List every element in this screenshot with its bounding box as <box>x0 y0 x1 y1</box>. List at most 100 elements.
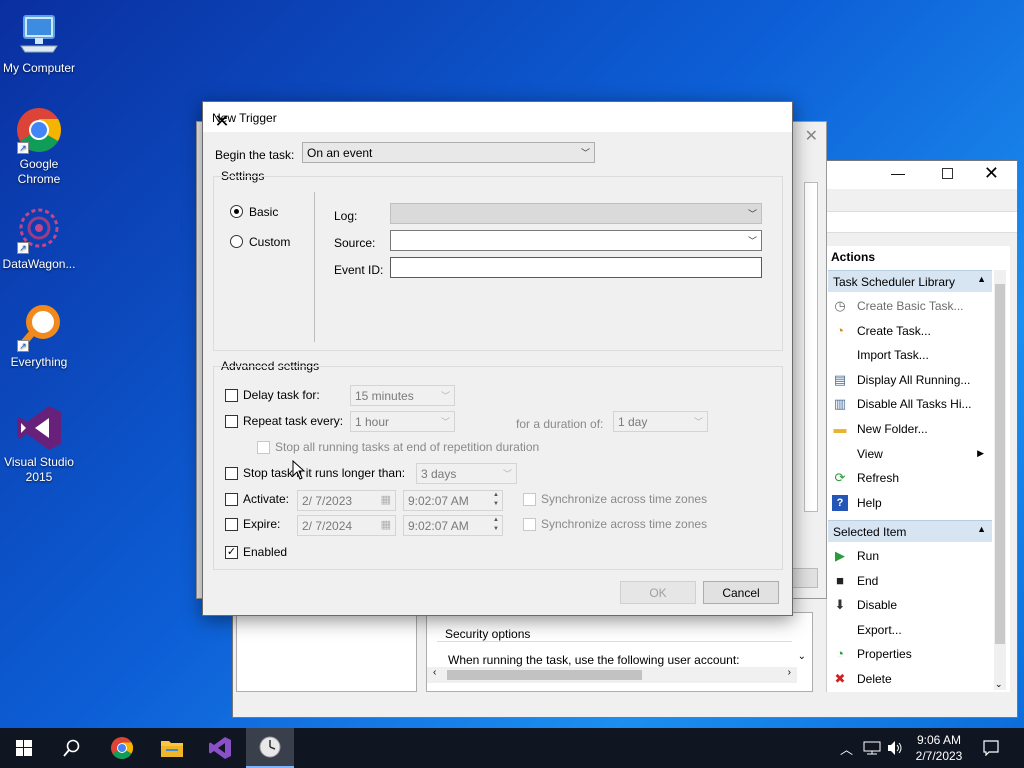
event-id-input[interactable] <box>390 257 762 278</box>
desktop-icon-google-chrome[interactable]: ↗ Google Chrome <box>0 106 78 187</box>
stop-longer-dropdown[interactable]: 3 days ﹀ <box>416 463 517 484</box>
scroll-down-icon[interactable]: ⌄ <box>798 651 806 662</box>
horizontal-scrollbar[interactable]: ‹ › <box>427 667 797 683</box>
delay-checkbox[interactable] <box>225 389 238 402</box>
desktop-icon-my-computer[interactable]: My Computer <box>0 10 78 76</box>
action-item-new-folder[interactable]: ▬ New Folder... <box>828 417 992 441</box>
new-trigger-dialog: New Trigger ✕ Begin the task: On an even… <box>202 101 793 616</box>
action-item-disable-all-tasks-hi[interactable]: ▥ Disable All Tasks Hi... <box>828 392 992 416</box>
folder-icon: ▬ <box>833 421 847 436</box>
action-item-run[interactable]: ▶ Run <box>828 544 992 568</box>
begin-task-dropdown[interactable]: On an event ﹀ <box>302 142 595 163</box>
create-basic-task-icon: ◷ <box>834 298 846 313</box>
repeat-dropdown[interactable]: 1 hour ﹀ <box>350 411 455 432</box>
computer-icon <box>15 10 63 58</box>
search-button[interactable] <box>48 728 96 768</box>
maximize-icon[interactable] <box>942 168 953 179</box>
action-item-properties[interactable]: ◔ Properties <box>828 642 992 666</box>
action-item-label: Create Basic Task... <box>857 299 964 313</box>
visual-studio-icon <box>15 404 63 452</box>
action-item-import-task[interactable]: Import Task... <box>828 343 992 367</box>
taskbar-visual-studio[interactable] <box>196 728 244 768</box>
clock[interactable]: 9:06 AM 2/7/2023 <box>908 732 970 764</box>
action-item-end[interactable]: ■ End <box>828 569 992 593</box>
sync-label-1: Synchronize across time zones <box>541 492 708 506</box>
actions-scrollbar[interactable]: ⌄ <box>994 270 1006 690</box>
expire-time-picker[interactable]: 9:02:07 AM ▲ ▼ <box>403 515 503 536</box>
clock-date: 2/7/2023 <box>915 749 963 763</box>
action-item-label: New Folder... <box>857 422 928 436</box>
volume-icon[interactable] <box>887 740 903 756</box>
desktop-icon-visual-studio[interactable]: Visual Studio 2015 <box>0 404 78 485</box>
security-text: When running the task, use the following… <box>448 653 740 667</box>
cancel-button[interactable]: Cancel <box>703 581 779 604</box>
actions-title: Actions <box>831 250 876 264</box>
search-icon <box>63 739 80 757</box>
activate-time-picker[interactable]: 9:02:07 AM ▲ ▼ <box>403 490 503 511</box>
action-item-label: Refresh <box>857 471 900 486</box>
stop-longer-checkbox[interactable] <box>225 467 238 480</box>
duration-dropdown[interactable]: 1 day ﹀ <box>613 411 708 432</box>
source-dropdown[interactable]: ﹀ <box>390 230 762 251</box>
chevron-down-icon: ﹀ <box>747 209 757 219</box>
minimize-icon[interactable]: — <box>891 165 905 181</box>
library-section-header[interactable]: Task Scheduler Library ▲ <box>828 270 992 292</box>
action-item-disable[interactable]: ⬇ Disable <box>828 593 992 617</box>
begin-task-label: Begin the task: <box>215 148 295 162</box>
chevron-down-icon: ﹀ <box>580 148 590 158</box>
spinner-icon[interactable]: ▲ ▼ <box>491 516 501 535</box>
activate-checkbox[interactable] <box>225 493 238 506</box>
basic-radio[interactable] <box>230 205 243 218</box>
scroll-down-icon[interactable]: ⌄ <box>995 679 1003 690</box>
enabled-checkbox[interactable]: ✓ <box>225 546 238 559</box>
scroll-right-icon[interactable]: › <box>788 667 791 678</box>
stop-running-checkbox[interactable] <box>257 441 270 454</box>
action-item-help[interactable]: ? Help <box>828 491 992 515</box>
settings-divider <box>314 192 315 342</box>
sync-checkbox-1[interactable] <box>523 493 536 506</box>
ok-button[interactable]: OK <box>620 581 696 604</box>
taskbar-chrome[interactable] <box>98 728 146 768</box>
activate-date-picker[interactable]: 2/ 7/2023 ▦ <box>297 490 396 511</box>
action-item-label: Properties <box>857 647 912 662</box>
desktop-icon-label: Visual Studio 2015 <box>4 455 74 484</box>
desktop-icon-everything[interactable]: ↗ Everything <box>0 304 78 370</box>
action-item-refresh[interactable]: ⟳ Refresh <box>828 466 992 490</box>
selected-section-label: Selected Item <box>833 525 907 539</box>
expire-label: Expire: <box>243 517 281 531</box>
collapse-icon[interactable]: ▲ <box>977 274 986 284</box>
taskbar-task-scheduler[interactable] <box>246 728 294 768</box>
custom-radio[interactable] <box>230 235 243 248</box>
close-icon[interactable]: ✕ <box>212 111 232 131</box>
delay-dropdown[interactable]: 15 minutes ﹀ <box>350 385 455 406</box>
actions-scroll-thumb[interactable] <box>995 284 1005 644</box>
close-icon[interactable]: ✕ <box>805 126 818 146</box>
chevron-up-icon[interactable]: ︿ <box>840 739 853 758</box>
selected-section-header[interactable]: Selected Item ▲ <box>828 520 992 542</box>
action-item-delete[interactable]: ✖ Delete <box>828 667 992 691</box>
calendar-icon: ▦ <box>380 494 391 506</box>
spinner-icon[interactable]: ▲ ▼ <box>491 491 501 510</box>
close-icon[interactable]: ✕ <box>984 163 999 184</box>
action-item-create-task[interactable]: ◔ Create Task... <box>828 319 992 343</box>
scroll-thumb[interactable] <box>447 670 642 680</box>
action-item-export[interactable]: Export... <box>828 618 992 642</box>
scroll-left-icon[interactable]: ‹ <box>433 667 436 678</box>
network-icon[interactable] <box>863 741 881 755</box>
desktop-icon-datawagon[interactable]: ↗ DataWagon... <box>0 206 78 272</box>
repeat-value: 1 hour <box>355 415 390 429</box>
repeat-checkbox[interactable] <box>225 415 238 428</box>
start-button[interactable] <box>0 728 48 768</box>
sync-checkbox-2[interactable] <box>523 518 536 531</box>
expire-checkbox[interactable] <box>225 518 238 531</box>
action-item-display-all-running[interactable]: ▤ Display All Running... <box>828 368 992 392</box>
chevron-down-icon: ﹀ <box>747 236 757 246</box>
action-item-create-basic-task[interactable]: ◷ Create Basic Task... <box>828 294 992 318</box>
expire-date-picker[interactable]: 2/ 7/2024 ▦ <box>297 515 396 536</box>
collapse-icon[interactable]: ▲ <box>977 524 986 534</box>
action-item-view[interactable]: View ▶ <box>828 442 992 466</box>
taskbar-file-explorer[interactable] <box>148 728 196 768</box>
notification-icon[interactable] <box>983 740 999 756</box>
log-dropdown[interactable]: ﹀ <box>390 203 762 224</box>
delay-label: Delay task for: <box>243 388 320 402</box>
